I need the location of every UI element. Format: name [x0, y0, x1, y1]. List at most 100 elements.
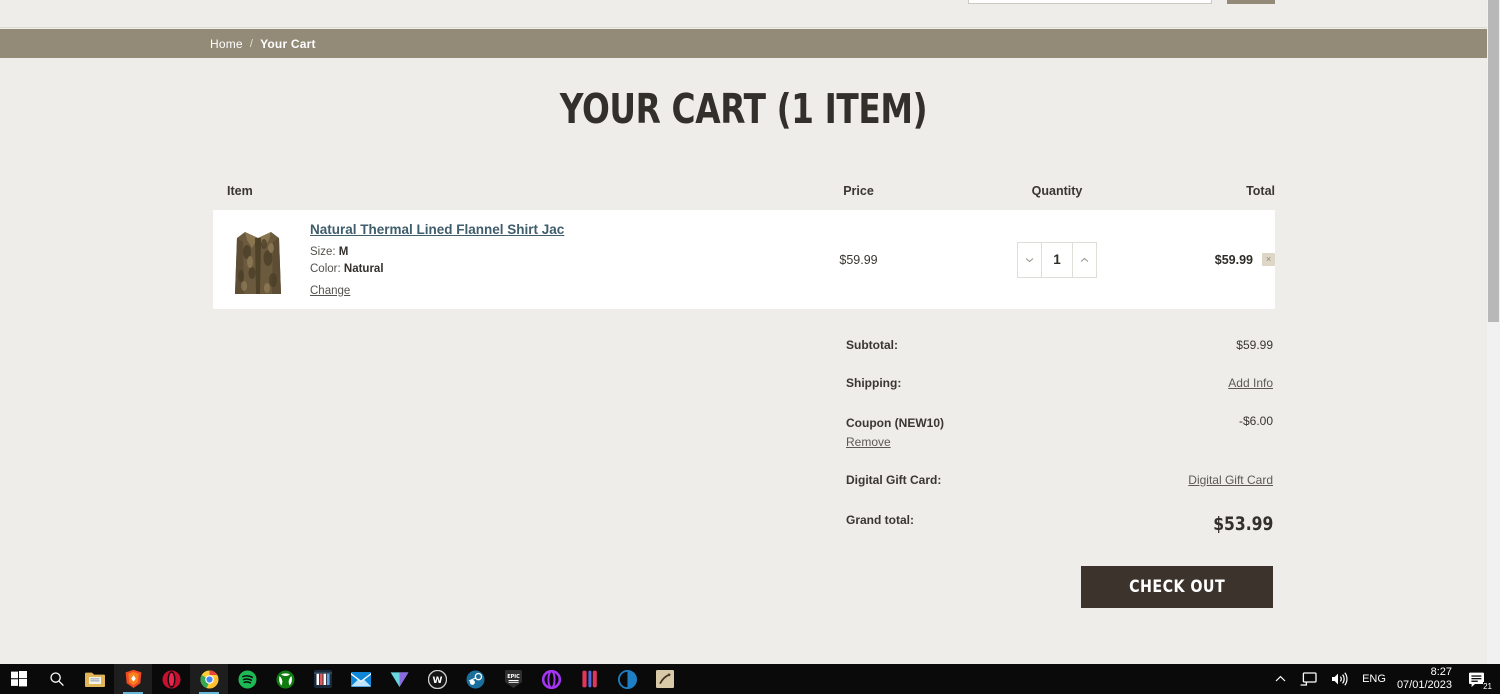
product-thumbnail[interactable] — [227, 217, 289, 302]
language-indicator[interactable]: ENG — [1355, 664, 1393, 694]
svg-text:W: W — [432, 676, 442, 686]
search-button[interactable] — [38, 664, 76, 694]
chevron-up-icon — [1275, 675, 1286, 682]
summary-row-coupon: Coupon (NEW10) Remove -$6.00 — [846, 414, 1273, 449]
system-tray: ENG 8:27 07/01/2023 21 — [1268, 664, 1500, 694]
item-size-value: M — [338, 245, 349, 258]
product-name-link[interactable]: Natural Thermal Lined Flannel Shirt Jac — [310, 222, 564, 237]
item-details: Natural Thermal Lined Flannel Shirt Jac … — [310, 221, 564, 299]
bars-icon — [314, 670, 332, 688]
subtotal-value: $59.99 — [1236, 338, 1273, 352]
search-input[interactable] — [968, 0, 1212, 4]
coupon-remove-link[interactable]: Remove — [846, 435, 944, 449]
app-colored-bars[interactable] — [304, 664, 342, 694]
breadcrumb-bar: Home / Your Cart — [0, 29, 1487, 58]
windows-icon — [11, 671, 27, 687]
checkout-button[interactable]: CHECK OUT — [1081, 566, 1273, 608]
breadcrumb: Home / Your Cart — [210, 37, 316, 51]
page-title: YOUR CART (1 ITEM) — [559, 85, 928, 133]
coupon-label: Coupon (NEW10) — [846, 416, 944, 430]
volume-button[interactable] — [1324, 664, 1355, 694]
item-size: Size: M — [310, 244, 564, 261]
summary-row-subtotal: Subtotal: $59.99 — [846, 338, 1273, 352]
vercel-app[interactable] — [380, 664, 418, 694]
google-chrome[interactable] — [190, 664, 228, 694]
change-item-link[interactable]: Change — [310, 285, 350, 297]
summary-row-gift-card: Digital Gift Card: Digital Gift Card — [846, 473, 1273, 487]
page-scrollbar[interactable] — [1487, 0, 1500, 664]
item-price: $59.99 — [839, 252, 878, 267]
clock-date: 07/01/2023 — [1396, 679, 1452, 691]
mail-app[interactable] — [342, 664, 380, 694]
quantity-value[interactable]: 1 — [1042, 241, 1072, 278]
subtotal-label: Subtotal: — [846, 338, 898, 352]
app-tan-tile[interactable] — [646, 664, 684, 694]
item-color-label: Color: — [310, 262, 341, 275]
summary-row-grand-total: Grand total: $53.99 — [846, 513, 1273, 535]
chrome-icon — [200, 670, 219, 688]
shipping-add-info-link[interactable]: Add Info — [1228, 376, 1273, 390]
app-red-bars[interactable] — [570, 664, 608, 694]
spotify-icon — [238, 670, 256, 688]
half-circle-icon — [617, 669, 637, 689]
network-icon — [1300, 672, 1317, 686]
file-explorer[interactable] — [76, 664, 114, 694]
xbox-app[interactable] — [266, 664, 304, 694]
gift-card-link[interactable]: Digital Gift Card — [1188, 473, 1273, 487]
cart-table-header: Item Price Quantity Total — [213, 171, 1275, 210]
network-button[interactable] — [1293, 664, 1324, 694]
app-purple-ring[interactable] — [532, 664, 570, 694]
item-size-label: Size: — [310, 245, 336, 258]
coupon-block: Coupon (NEW10) Remove — [846, 414, 944, 449]
steam[interactable] — [456, 664, 494, 694]
column-header-item: Item — [227, 183, 253, 198]
clock[interactable]: 8:27 07/01/2023 — [1393, 666, 1462, 692]
coupon-value: -$6.00 — [1238, 414, 1273, 428]
quantity-stepper[interactable]: 1 — [1017, 241, 1097, 278]
red-bars-icon — [581, 670, 597, 688]
xbox-icon — [276, 670, 294, 688]
item-total-cell: $59.99 × — [1153, 253, 1275, 267]
brave-icon — [125, 669, 141, 688]
steam-icon — [466, 670, 484, 688]
scrollbar-thumb[interactable] — [1488, 0, 1499, 322]
chevron-up-icon[interactable] — [1072, 241, 1097, 278]
breadcrumb-home-link[interactable]: Home — [210, 37, 243, 51]
order-summary: Subtotal: $59.99 Shipping: Add Info Coup… — [846, 338, 1273, 559]
breadcrumb-current: Your Cart — [260, 36, 316, 51]
breadcrumb-separator: / — [249, 37, 254, 50]
chevron-down-icon[interactable] — [1017, 241, 1042, 278]
app-half-circle[interactable] — [608, 664, 646, 694]
notifications-count: 21 — [1483, 682, 1492, 691]
wiki-app[interactable]: W — [418, 664, 456, 694]
search-submit-button[interactable] — [1227, 0, 1275, 4]
cart-table: Item Price Quantity Total Natural Therma… — [213, 171, 1275, 309]
column-header-quantity: Quantity — [1031, 183, 1083, 198]
column-header-total: Total — [1246, 183, 1275, 198]
quantity-cell: 1 — [961, 241, 1153, 278]
spotify[interactable] — [228, 664, 266, 694]
item-cell: Natural Thermal Lined Flannel Shirt Jac … — [213, 217, 756, 302]
checkout-button-label: CHECK OUT — [1129, 577, 1225, 597]
brave-browser[interactable] — [114, 664, 152, 694]
item-color: Color: Natural — [310, 261, 564, 278]
start-button[interactable] — [0, 664, 38, 694]
taskbar: W EPIC ENG 8:27 07/01/2023 21 — [0, 664, 1500, 694]
remove-item-button[interactable]: × — [1262, 253, 1275, 266]
header-divider — [0, 27, 1487, 28]
show-hidden-icons-button[interactable] — [1268, 664, 1293, 694]
grand-total-label: Grand total: — [846, 513, 914, 527]
screen: Home / Your Cart YOUR CART (1 ITEM) Item… — [0, 0, 1500, 694]
svg-text:EPIC: EPIC — [507, 674, 520, 680]
epic-games[interactable]: EPIC — [494, 664, 532, 694]
epic-icon: EPIC — [504, 670, 522, 688]
site-header — [0, 0, 1487, 28]
browser-viewport: Home / Your Cart YOUR CART (1 ITEM) Item… — [0, 0, 1487, 664]
gift-card-label: Digital Gift Card: — [846, 473, 942, 487]
column-header-price: Price — [843, 183, 874, 198]
search-icon — [50, 672, 64, 687]
mail-icon — [351, 671, 371, 687]
notifications-button[interactable]: 21 — [1462, 664, 1496, 694]
ring-icon — [541, 669, 561, 689]
opera-browser[interactable] — [152, 664, 190, 694]
